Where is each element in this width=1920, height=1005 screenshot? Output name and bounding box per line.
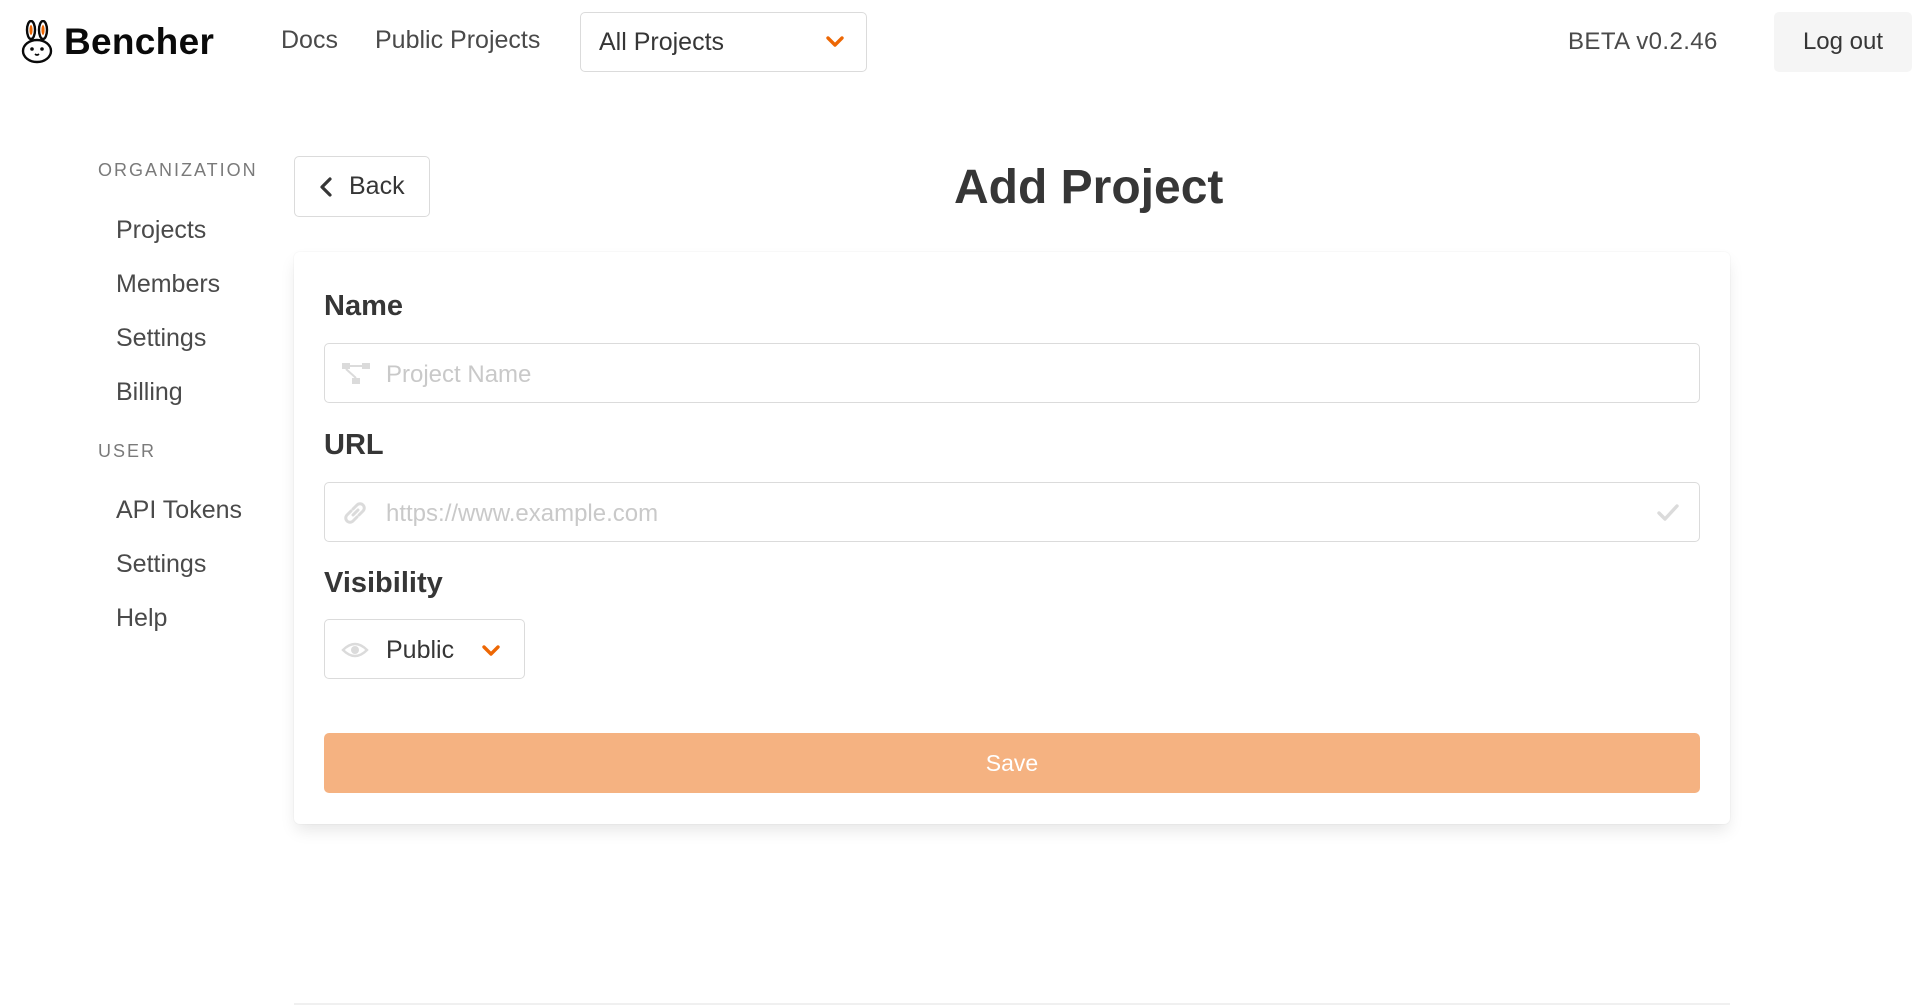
visibility-field-label: Visibility xyxy=(324,567,443,599)
sidebar-item-members[interactable]: Members xyxy=(116,270,220,299)
page-title: Add Project xyxy=(954,161,1224,214)
sidebar-item-user-settings[interactable]: Settings xyxy=(116,550,206,579)
project-url-input[interactable]: https://www.example.com xyxy=(324,482,1700,542)
logout-button[interactable]: Log out xyxy=(1774,12,1912,72)
check-icon xyxy=(1657,504,1679,521)
navbar: Bencher Docs Public Projects All Project… xyxy=(0,0,1920,84)
sidebar-label-organization: ORGANIZATION xyxy=(98,160,258,180)
chevron-down-icon xyxy=(482,645,500,656)
project-select-value: All Projects xyxy=(599,27,725,56)
link-icon xyxy=(344,502,366,524)
back-button[interactable]: Back xyxy=(294,156,430,217)
sidebar-item-help[interactable]: Help xyxy=(116,604,167,633)
version-label: BETA v0.2.46 xyxy=(1568,28,1718,55)
nav-public-projects-link[interactable]: Public Projects xyxy=(375,26,540,55)
brand-name: Bencher xyxy=(64,21,215,62)
save-button[interactable]: Save xyxy=(324,733,1700,793)
chevron-down-icon xyxy=(826,36,844,47)
sidebar-item-billing[interactable]: Billing xyxy=(116,378,183,407)
name-field-label: Name xyxy=(324,290,403,322)
nav-docs-link[interactable]: Docs xyxy=(281,26,338,55)
sidebar-item-api-tokens[interactable]: API Tokens xyxy=(116,496,242,525)
project-select[interactable]: All Projects xyxy=(580,12,867,72)
project-name-placeholder: Project Name xyxy=(386,361,532,388)
visibility-select[interactable]: Public xyxy=(324,619,525,679)
back-button-label: Back xyxy=(349,172,405,200)
brand[interactable]: Bencher xyxy=(20,20,214,64)
project-name-input[interactable]: Project Name xyxy=(324,343,1700,403)
chevron-left-icon xyxy=(320,176,332,197)
project-diagram-icon xyxy=(342,363,370,384)
sidebar-item-org-settings[interactable]: Settings xyxy=(116,324,206,353)
sidebar-label-user: USER xyxy=(98,441,157,461)
project-url-placeholder: https://www.example.com xyxy=(386,500,659,527)
url-field-label: URL xyxy=(324,429,384,461)
visibility-value: Public xyxy=(386,636,455,664)
eye-icon xyxy=(341,642,369,658)
rabbit-logo-icon xyxy=(21,20,53,64)
sidebar-item-projects[interactable]: Projects xyxy=(116,216,206,245)
